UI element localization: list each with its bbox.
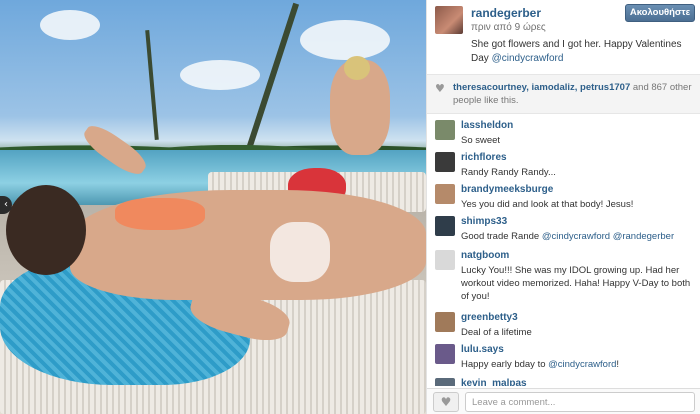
- likes-summary: ♥ theresacourtney, iamodaliz, petrus1707…: [427, 74, 700, 114]
- comment-text: Yes you did and look at that body! Jesus…: [461, 199, 634, 210]
- comment-text: Lucky You!!! She was my IDOL growing up.…: [461, 265, 691, 302]
- avatar[interactable]: [435, 250, 455, 270]
- comment-input[interactable]: [465, 392, 695, 412]
- comment-username[interactable]: brandymeeksburge: [461, 184, 553, 195]
- list-item: lulu.says Happy early bday to @cindycraw…: [427, 344, 700, 370]
- list-item: shimps33 Good trade Rande @cindycrawford…: [427, 216, 700, 242]
- post-photo[interactable]: ‹: [0, 0, 426, 414]
- comments-panel: randegerber Ακολουθήστε πριν από 9 ώρες …: [426, 0, 700, 414]
- comment-text: Deal of a lifetime: [461, 327, 532, 338]
- person-background-hair: [344, 56, 370, 80]
- bikini-top: [115, 198, 205, 230]
- follow-button[interactable]: Ακολουθήστε: [625, 4, 695, 22]
- list-item: lassheldon So sweet: [427, 120, 700, 146]
- comment-list: lassheldon So sweet richflores Randy Ran…: [427, 116, 700, 386]
- list-item: richflores Randy Randy Randy...: [427, 152, 700, 178]
- comment-username[interactable]: lassheldon: [461, 120, 513, 131]
- post-header: randegerber Ακολουθήστε πριν από 9 ώρες …: [427, 0, 700, 74]
- post-caption: She got flowers and I got her. Happy Val…: [471, 38, 693, 66]
- comment-mention[interactable]: @cindycrawford @randegerber: [542, 231, 674, 242]
- comment-text-plain: Good trade Rande: [461, 231, 542, 242]
- list-item: natgboom Lucky You!!! She was my IDOL gr…: [427, 250, 700, 302]
- comment-username[interactable]: shimps33: [461, 216, 507, 227]
- avatar[interactable]: [435, 216, 455, 236]
- list-item: greenbetty3 Deal of a lifetime: [427, 312, 700, 338]
- avatar[interactable]: [435, 6, 463, 34]
- comment-text: So sweet: [461, 135, 501, 146]
- avatar[interactable]: [435, 344, 455, 364]
- post-username[interactable]: randegerber: [471, 6, 541, 20]
- heart-icon: ♥: [435, 82, 445, 95]
- instagram-post-view: ‹ randegerber Ακολουθήστε πριν από 9 ώρε…: [0, 0, 700, 414]
- palm-trunk: [145, 30, 159, 140]
- post-time: πριν από 9 ώρες: [471, 22, 546, 33]
- cloud: [180, 60, 260, 90]
- comment-username[interactable]: natgboom: [461, 250, 509, 261]
- comment-username[interactable]: greenbetty3: [461, 312, 518, 323]
- comment-username[interactable]: lulu.says: [461, 344, 504, 355]
- comment-text: Randy Randy Randy...: [461, 167, 556, 178]
- cloud: [300, 20, 390, 60]
- avatar[interactable]: [435, 184, 455, 204]
- avatar[interactable]: [435, 312, 455, 332]
- comment-mention[interactable]: @cindycrawford: [548, 359, 616, 370]
- comment-text: Happy early bday to @cindycrawford!: [461, 358, 693, 371]
- comment-username[interactable]: richflores: [461, 152, 507, 163]
- comment-text-plain: Happy early bday to: [461, 359, 549, 370]
- comment-footer: ♥: [427, 388, 700, 414]
- avatar[interactable]: [435, 120, 455, 140]
- avatar[interactable]: [435, 378, 455, 386]
- heart-icon[interactable]: ♥: [433, 392, 459, 412]
- comment-username[interactable]: kevin_malpas: [461, 378, 527, 386]
- comment-text: Good trade Rande @cindycrawford @randege…: [461, 230, 693, 243]
- likes-names[interactable]: theresacourtney, iamodaliz, petrus1707: [453, 82, 630, 93]
- person-hair: [6, 185, 86, 275]
- caption-mention[interactable]: @cindycrawford: [492, 53, 564, 64]
- bikini-bottom: [270, 222, 330, 282]
- avatar[interactable]: [435, 152, 455, 172]
- list-item: brandymeeksburge Yes you did and look at…: [427, 184, 700, 210]
- comment-text-tail: !: [616, 359, 620, 370]
- list-item: kevin_malpas: [427, 378, 700, 386]
- cloud: [40, 10, 100, 40]
